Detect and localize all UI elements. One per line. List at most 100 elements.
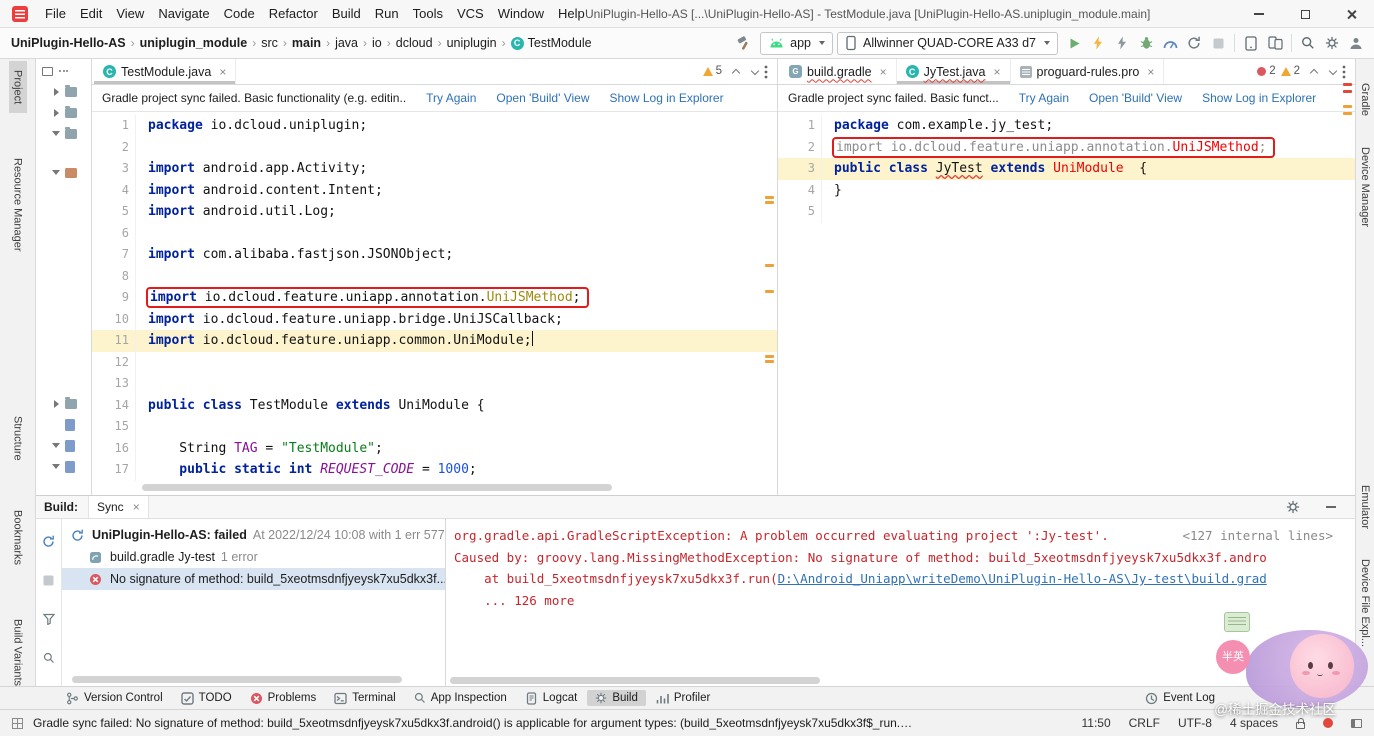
hide-panel-icon[interactable] [1319,495,1343,519]
stripe-mark[interactable] [765,264,774,267]
device-manager-icon[interactable] [1239,31,1263,55]
project-tree-row[interactable] [36,456,91,477]
apply-code-changes-icon[interactable] [1110,31,1134,55]
chevron-down-icon[interactable] [52,131,60,136]
stripe-mark[interactable] [1343,90,1352,93]
menu-run[interactable]: Run [368,0,406,28]
stripe-mark[interactable] [1343,105,1352,108]
toolwindow-logcat[interactable]: Logcat [517,690,586,707]
build-tree-row[interactable]: UniPlugin-Hello-AS: failed At 2022/12/24… [62,524,445,546]
banner-link-try-again[interactable]: Try Again [1019,91,1069,105]
stripe-mark[interactable] [765,355,774,358]
menu-vcs[interactable]: VCS [450,0,491,28]
breadcrumb-item-uniplugin[interactable]: uniplugin [446,36,498,50]
project-tool-window[interactable] [36,59,92,495]
search-icon[interactable] [1296,31,1320,55]
stripe-mark[interactable] [1343,83,1352,86]
maximize-button[interactable] [1282,0,1328,28]
menu-edit[interactable]: Edit [73,0,109,28]
minimize-button[interactable] [1236,0,1282,28]
editor-tab-build-gradle[interactable]: Gbuild.gradle [780,59,897,84]
stop-icon[interactable] [1206,31,1230,55]
close-icon[interactable] [880,65,887,79]
pair-devices-icon[interactable] [1263,31,1287,55]
gauge-icon[interactable] [1158,31,1182,55]
run-configuration-select[interactable]: app [760,32,833,55]
profile-icon[interactable] [1344,31,1368,55]
stripe-mark[interactable] [765,290,774,293]
close-icon[interactable] [219,65,226,79]
error-stripe[interactable] [1341,59,1355,495]
project-tree-row[interactable] [36,414,91,435]
tool-stripe-project[interactable]: Project [9,61,27,113]
project-tree-row[interactable] [36,123,91,144]
stripe-mark[interactable] [1343,112,1352,115]
debug-icon[interactable] [1134,31,1158,55]
stripe-mark[interactable] [765,196,774,199]
menu-file[interactable]: File [38,0,73,28]
build-sync-tab[interactable]: Sync [88,496,149,518]
next-issue-icon[interactable] [1329,67,1338,76]
settings-icon[interactable] [1320,31,1344,55]
find-icon[interactable] [37,646,61,670]
project-tree-row[interactable] [36,102,91,123]
horizontal-scrollbar[interactable] [142,484,612,491]
code-editor[interactable]: 1package io.dcloud.uniplugin;23import an… [92,113,777,495]
toolwindow-switcher-icon[interactable] [12,718,23,729]
sidebar-toggle-icon[interactable] [1351,719,1362,728]
breadcrumb-item-src[interactable]: src [260,36,279,50]
breadcrumb-item-uniplugin-module[interactable]: uniplugin_module [139,36,249,50]
tool-stripe-build-variants[interactable]: Build Variants [9,610,27,695]
rerun-build-icon[interactable] [37,529,61,553]
project-view-icon[interactable] [42,67,53,76]
toolwindow-problems[interactable]: Problems [242,690,325,707]
editor-pane-testmodule[interactable]: CTestModule.java Gradle project sync fai… [92,59,777,495]
apply-changes-icon[interactable] [1086,31,1110,55]
build-output-tree[interactable]: UniPlugin-Hello-AS: failed At 2022/12/24… [62,519,446,686]
stripe-mark[interactable] [765,360,774,363]
tool-stripe-device-manager[interactable]: Device Manager [1357,139,1373,235]
next-issue-icon[interactable] [751,67,760,76]
code-editor[interactable]: 1package com.example.jy_test;2import io.… [778,113,1355,495]
breadcrumb-item-java[interactable]: java [334,36,359,50]
editor-tab-testmodule-java[interactable]: CTestModule.java [94,59,236,84]
menu-window[interactable]: Window [491,0,551,28]
error-stripe[interactable] [763,59,777,495]
lock-icon[interactable] [1296,722,1305,729]
build-console[interactable]: org.gradle.api.GradleScriptException: A … [446,519,1355,686]
tool-stripe-resource-manager[interactable]: Resource Manager [9,149,27,261]
run-icon[interactable] [1062,31,1086,55]
tool-stripe-gradle[interactable]: Gradle [1357,75,1373,124]
breadcrumb-item-main[interactable]: main [291,36,322,50]
tool-stripe-emulator[interactable]: Emulator [1357,477,1373,537]
breadcrumb-item-io[interactable]: io [371,36,383,50]
toolwindow-terminal[interactable]: Terminal [326,690,403,707]
banner-link-show-log-in-explorer[interactable]: Show Log in Explorer [1202,91,1316,105]
menu-refactor[interactable]: Refactor [262,0,325,28]
horizontal-scrollbar[interactable] [450,677,820,684]
editor-tab-jytest-java[interactable]: CJyTest.java [897,59,1011,84]
file-encoding[interactable]: UTF-8 [1178,716,1212,730]
filter-icon[interactable] [37,607,61,631]
menu-view[interactable]: View [109,0,151,28]
prev-issue-icon[interactable] [1310,67,1319,76]
chevron-down-icon[interactable] [52,170,60,175]
chevron-right-icon[interactable] [52,400,60,408]
build-tree-row[interactable]: No signature of method: build_5xeotmsdnf… [62,568,445,590]
indent-setting[interactable]: 4 spaces [1230,716,1278,730]
horizontal-scrollbar[interactable] [72,676,402,683]
editor-pane-jytest[interactable]: Gbuild.gradleCJyTest.javaproguard-rules.… [777,59,1355,495]
close-icon[interactable] [994,65,1001,79]
toolwindow-profiler[interactable]: Profiler [648,690,718,707]
toolwindow-build[interactable]: Build [587,690,646,706]
banner-link-show-log-in-explorer[interactable]: Show Log in Explorer [610,91,724,105]
chevron-down-icon[interactable] [52,443,60,448]
chevron-right-icon[interactable] [52,88,60,96]
project-tree-row[interactable] [36,81,91,102]
toolwindow-version-control[interactable]: Version Control [58,690,171,707]
project-tree-row[interactable] [36,393,91,414]
status-message[interactable]: Gradle sync failed: No signature of meth… [33,716,913,730]
banner-link-open-build-view[interactable]: Open 'Build' View [1089,91,1182,105]
breadcrumb-item-testmodule[interactable]: CTestModule [510,36,593,50]
chevron-right-icon[interactable] [52,109,60,117]
